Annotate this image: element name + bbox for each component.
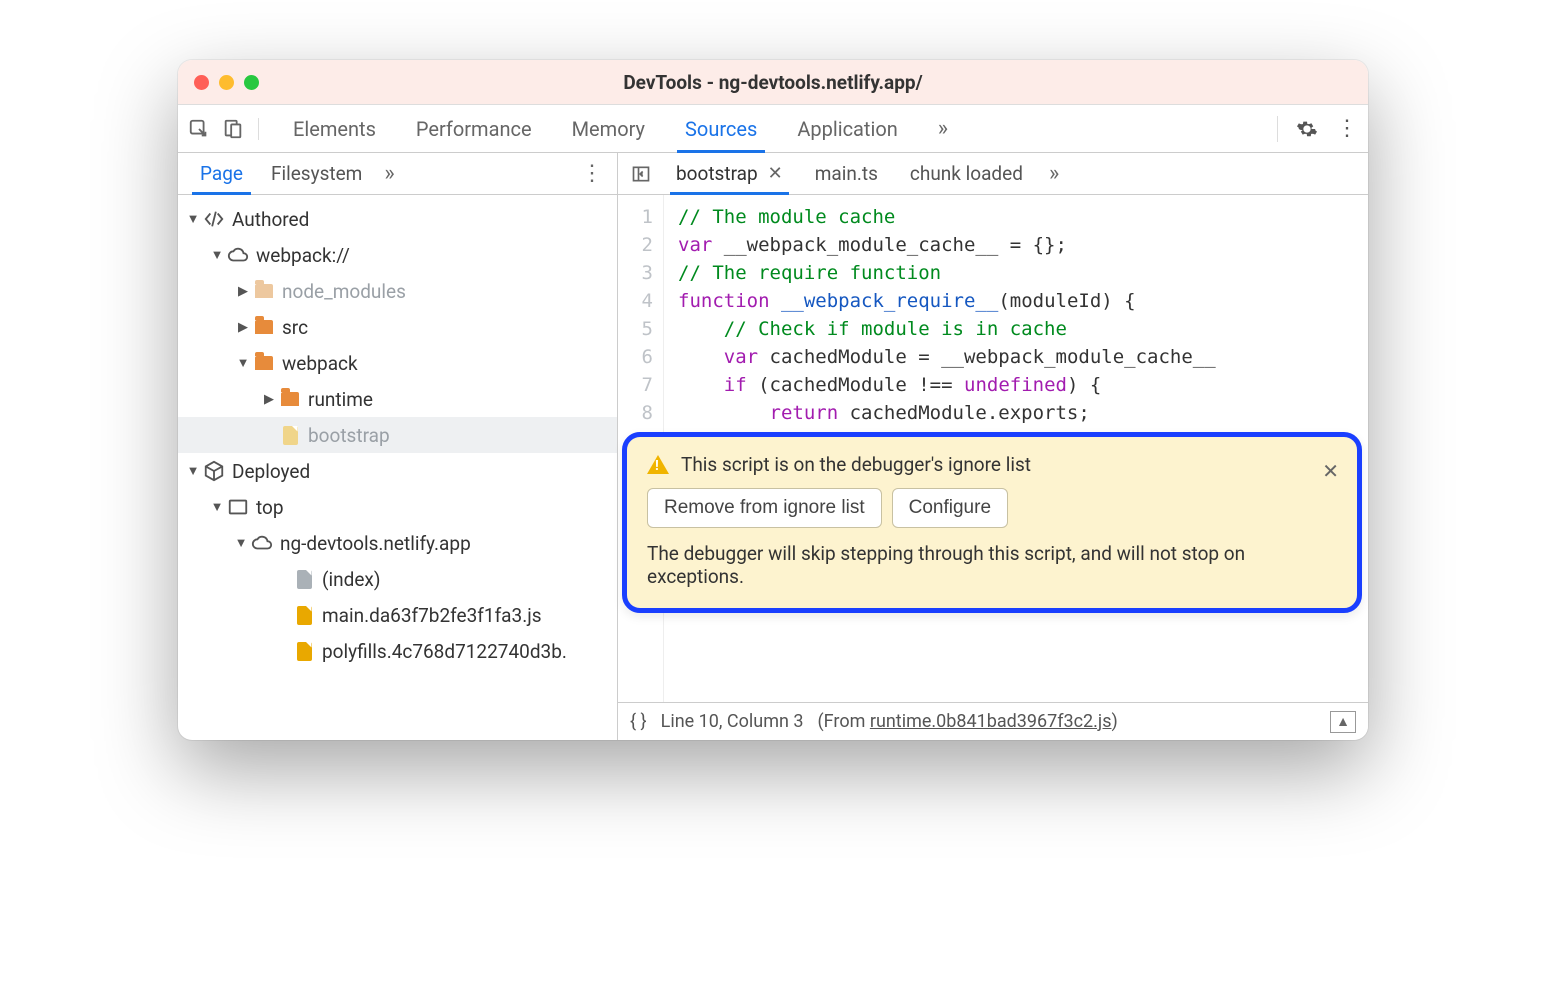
- ignore-list-banner: This script is on the debugger's ignore …: [627, 437, 1357, 608]
- titlebar: DevTools - ng-devtools.netlify.app/: [178, 60, 1368, 105]
- file-icon: [278, 426, 302, 445]
- tab-application[interactable]: Application: [777, 105, 917, 152]
- folder-icon: [278, 392, 302, 406]
- cube-icon: [202, 460, 226, 482]
- editor-tab-main-ts[interactable]: main.ts: [801, 153, 892, 194]
- tree-item-main-js[interactable]: ▶ main.da63f7b2fe3f1fa3.js: [178, 597, 617, 633]
- main-toolbar: Elements Performance Memory Sources Appl…: [178, 105, 1368, 153]
- tree-label: Authored: [232, 208, 309, 231]
- close-icon[interactable]: ✕: [768, 163, 783, 184]
- tree-label: src: [282, 316, 308, 339]
- tree-label: top: [256, 496, 284, 519]
- editor-tab-label: bootstrap: [676, 162, 758, 185]
- file-icon: [292, 642, 316, 661]
- folder-icon: [252, 356, 276, 370]
- tab-elements[interactable]: Elements: [273, 105, 396, 152]
- tree-label: webpack: [282, 352, 358, 375]
- remove-from-ignore-list-button[interactable]: Remove from ignore list: [647, 488, 882, 528]
- tree-label: ng-devtools.netlify.app: [280, 532, 471, 555]
- tab-performance[interactable]: Performance: [396, 105, 552, 152]
- cloud-icon: [250, 532, 274, 554]
- editor-tab-label: main.ts: [815, 162, 878, 185]
- tree-group-deployed[interactable]: ▼ Deployed: [178, 453, 617, 489]
- tree-item-src[interactable]: ▶ src: [178, 309, 617, 345]
- file-tree: ▼ Authored ▼ webpack:// ▶ node_mo: [178, 195, 617, 740]
- traffic-lights: [194, 75, 259, 90]
- tree-group-authored[interactable]: ▼ Authored: [178, 201, 617, 237]
- tree-label: runtime: [308, 388, 373, 411]
- tree-item-runtime[interactable]: ▶ runtime: [178, 381, 617, 417]
- file-icon: [292, 606, 316, 625]
- device-toolbar-icon[interactable]: [222, 118, 244, 140]
- close-window-button[interactable]: [194, 75, 209, 90]
- inspect-element-icon[interactable]: [188, 118, 210, 140]
- tree-label: node_modules: [282, 280, 406, 303]
- folder-icon: [252, 320, 276, 334]
- navigator-tab-page[interactable]: Page: [186, 153, 257, 194]
- configure-button[interactable]: Configure: [892, 488, 1008, 528]
- tree-label: webpack://: [256, 244, 350, 267]
- pretty-print-icon[interactable]: { }: [630, 711, 647, 732]
- navigator-tabs: Page Filesystem » ⋮: [178, 153, 617, 195]
- navigator-sidebar: Page Filesystem » ⋮ ▼ Authored ▼: [178, 153, 618, 740]
- tree-label: (index): [322, 568, 380, 591]
- tabs-overflow[interactable]: »: [918, 105, 968, 152]
- tree-item-bootstrap[interactable]: ▶ bootstrap: [178, 417, 617, 453]
- devtools-window: DevTools - ng-devtools.netlify.app/ Elem…: [178, 60, 1368, 740]
- warning-icon: [647, 455, 669, 474]
- minimize-window-button[interactable]: [219, 75, 234, 90]
- source-origin: (From runtime.0b841bad3967f3c2.js): [818, 711, 1118, 732]
- navigator-tabs-overflow[interactable]: »: [384, 161, 394, 186]
- folder-icon: [252, 284, 276, 298]
- warning-title: This script is on the debugger's ignore …: [681, 453, 1031, 476]
- origin-link[interactable]: runtime.0b841bad3967f3c2.js: [870, 711, 1112, 732]
- tree-item-webpack-folder[interactable]: ▼ webpack: [178, 345, 617, 381]
- divider: [1277, 116, 1278, 142]
- tab-memory[interactable]: Memory: [552, 105, 665, 152]
- tree-item-index[interactable]: ▶ (index): [178, 561, 617, 597]
- toggle-drawer-icon[interactable]: ▲: [1330, 711, 1356, 733]
- editor-statusbar: { } Line 10, Column 3 (From runtime.0b84…: [618, 702, 1368, 740]
- panel-tabs: Elements Performance Memory Sources Appl…: [273, 105, 968, 152]
- editor-tab-chunk-loaded[interactable]: chunk loaded: [896, 153, 1037, 194]
- close-icon[interactable]: ✕: [1322, 459, 1339, 483]
- tree-item-webpack-scheme[interactable]: ▼ webpack://: [178, 237, 617, 273]
- gear-icon[interactable]: [1296, 118, 1318, 140]
- code-icon: [202, 208, 226, 230]
- tree-item-polyfills-js[interactable]: ▶ polyfills.4c768d7122740d3b.: [178, 633, 617, 669]
- ignore-list-banner-highlight: This script is on the debugger's ignore …: [622, 432, 1362, 613]
- maximize-window-button[interactable]: [244, 75, 259, 90]
- warning-body: The debugger will skip stepping through …: [647, 542, 1337, 588]
- tree-item-top[interactable]: ▼ top: [178, 489, 617, 525]
- window-title: DevTools - ng-devtools.netlify.app/: [178, 71, 1368, 94]
- tree-label: main.da63f7b2fe3f1fa3.js: [322, 604, 542, 627]
- navigator-kebab-icon[interactable]: ⋮: [581, 161, 603, 186]
- tab-sources[interactable]: Sources: [665, 105, 777, 152]
- navigator-tab-filesystem[interactable]: Filesystem: [257, 153, 376, 194]
- file-icon: [292, 570, 316, 589]
- editor-tabs: bootstrap ✕ main.ts chunk loaded »: [618, 153, 1368, 195]
- tree-label: Deployed: [232, 460, 310, 483]
- tree-label: polyfills.4c768d7122740d3b.: [322, 640, 567, 663]
- toggle-navigator-icon[interactable]: [624, 153, 658, 194]
- tree-item-host[interactable]: ▼ ng-devtools.netlify.app: [178, 525, 617, 561]
- editor-tab-bootstrap[interactable]: bootstrap ✕: [662, 153, 797, 194]
- cursor-position: Line 10, Column 3: [661, 711, 804, 732]
- tree-item-node-modules[interactable]: ▶ node_modules: [178, 273, 617, 309]
- editor-tabs-overflow[interactable]: »: [1049, 161, 1059, 186]
- tree-label: bootstrap: [308, 424, 390, 447]
- cloud-icon: [226, 244, 250, 266]
- editor-tab-label: chunk loaded: [910, 162, 1023, 185]
- kebab-menu-icon[interactable]: ⋮: [1336, 116, 1358, 141]
- frame-icon: [226, 496, 250, 518]
